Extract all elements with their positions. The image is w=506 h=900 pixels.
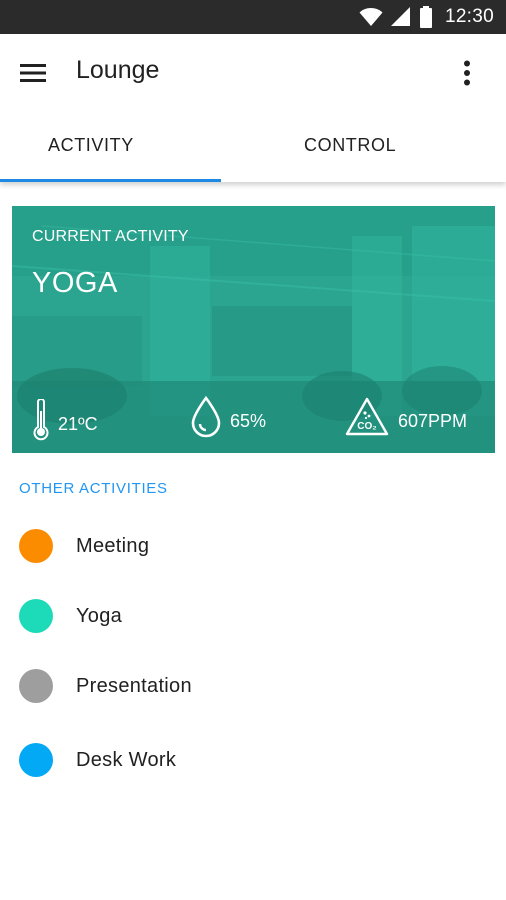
toolbar: Lounge	[0, 34, 506, 108]
menu-button[interactable]	[14, 54, 52, 92]
activity-color-dot	[19, 743, 53, 777]
battery-icon	[419, 6, 432, 28]
app-bar: Lounge ACTIVITY CONTROL	[0, 34, 506, 182]
page-title: Lounge	[76, 56, 160, 84]
signal-icon	[390, 7, 410, 26]
activity-item-desk-work[interactable]: Desk Work	[0, 730, 506, 790]
svg-text:CO₂: CO₂	[357, 421, 376, 432]
wifi-icon	[359, 8, 383, 26]
tab-indicator	[0, 179, 221, 182]
tab-control[interactable]: CONTROL	[221, 108, 506, 182]
current-activity-name: YOGA	[32, 267, 118, 299]
activity-label: Yoga	[76, 604, 123, 627]
more-options-button[interactable]	[448, 54, 486, 92]
current-activity-card[interactable]: CURRENT ACTIVITY YOGA 21ºC 65% CO₂ 607PP…	[12, 206, 495, 453]
activity-color-dot	[19, 599, 53, 633]
status-bar: 12:30	[0, 0, 506, 34]
temperature-value: 21ºC	[58, 413, 98, 434]
co2-icon: CO₂	[345, 397, 389, 436]
current-activity-label: CURRENT ACTIVITY	[32, 228, 189, 245]
tab-bar: ACTIVITY CONTROL	[0, 108, 506, 182]
status-time: 12:30	[444, 6, 494, 27]
thermometer-icon	[33, 399, 49, 441]
activity-item-presentation[interactable]: Presentation	[0, 656, 506, 716]
activity-item-yoga[interactable]: Yoga	[0, 586, 506, 646]
activity-label: Desk Work	[76, 748, 177, 771]
more-vert-icon	[464, 60, 470, 86]
water-drop-icon	[191, 396, 221, 438]
co2-value: 607PPM	[398, 410, 468, 431]
activity-label: Meeting	[76, 534, 150, 557]
humidity-value: 65%	[230, 410, 267, 431]
activity-color-dot	[19, 529, 53, 563]
tab-activity-label: ACTIVITY	[48, 134, 134, 155]
other-activities-title: OTHER ACTIVITIES	[19, 480, 168, 497]
tab-control-label: CONTROL	[304, 134, 397, 155]
co2-metric: CO₂ 607PPM	[344, 396, 467, 438]
humidity-metric: 65%	[190, 396, 266, 438]
activity-color-dot	[19, 669, 53, 703]
tab-activity[interactable]: ACTIVITY	[0, 108, 221, 182]
activity-item-meeting[interactable]: Meeting	[0, 516, 506, 576]
temperature-metric: 21ºC	[32, 399, 98, 441]
activity-label: Presentation	[76, 674, 192, 697]
menu-icon	[20, 64, 46, 82]
